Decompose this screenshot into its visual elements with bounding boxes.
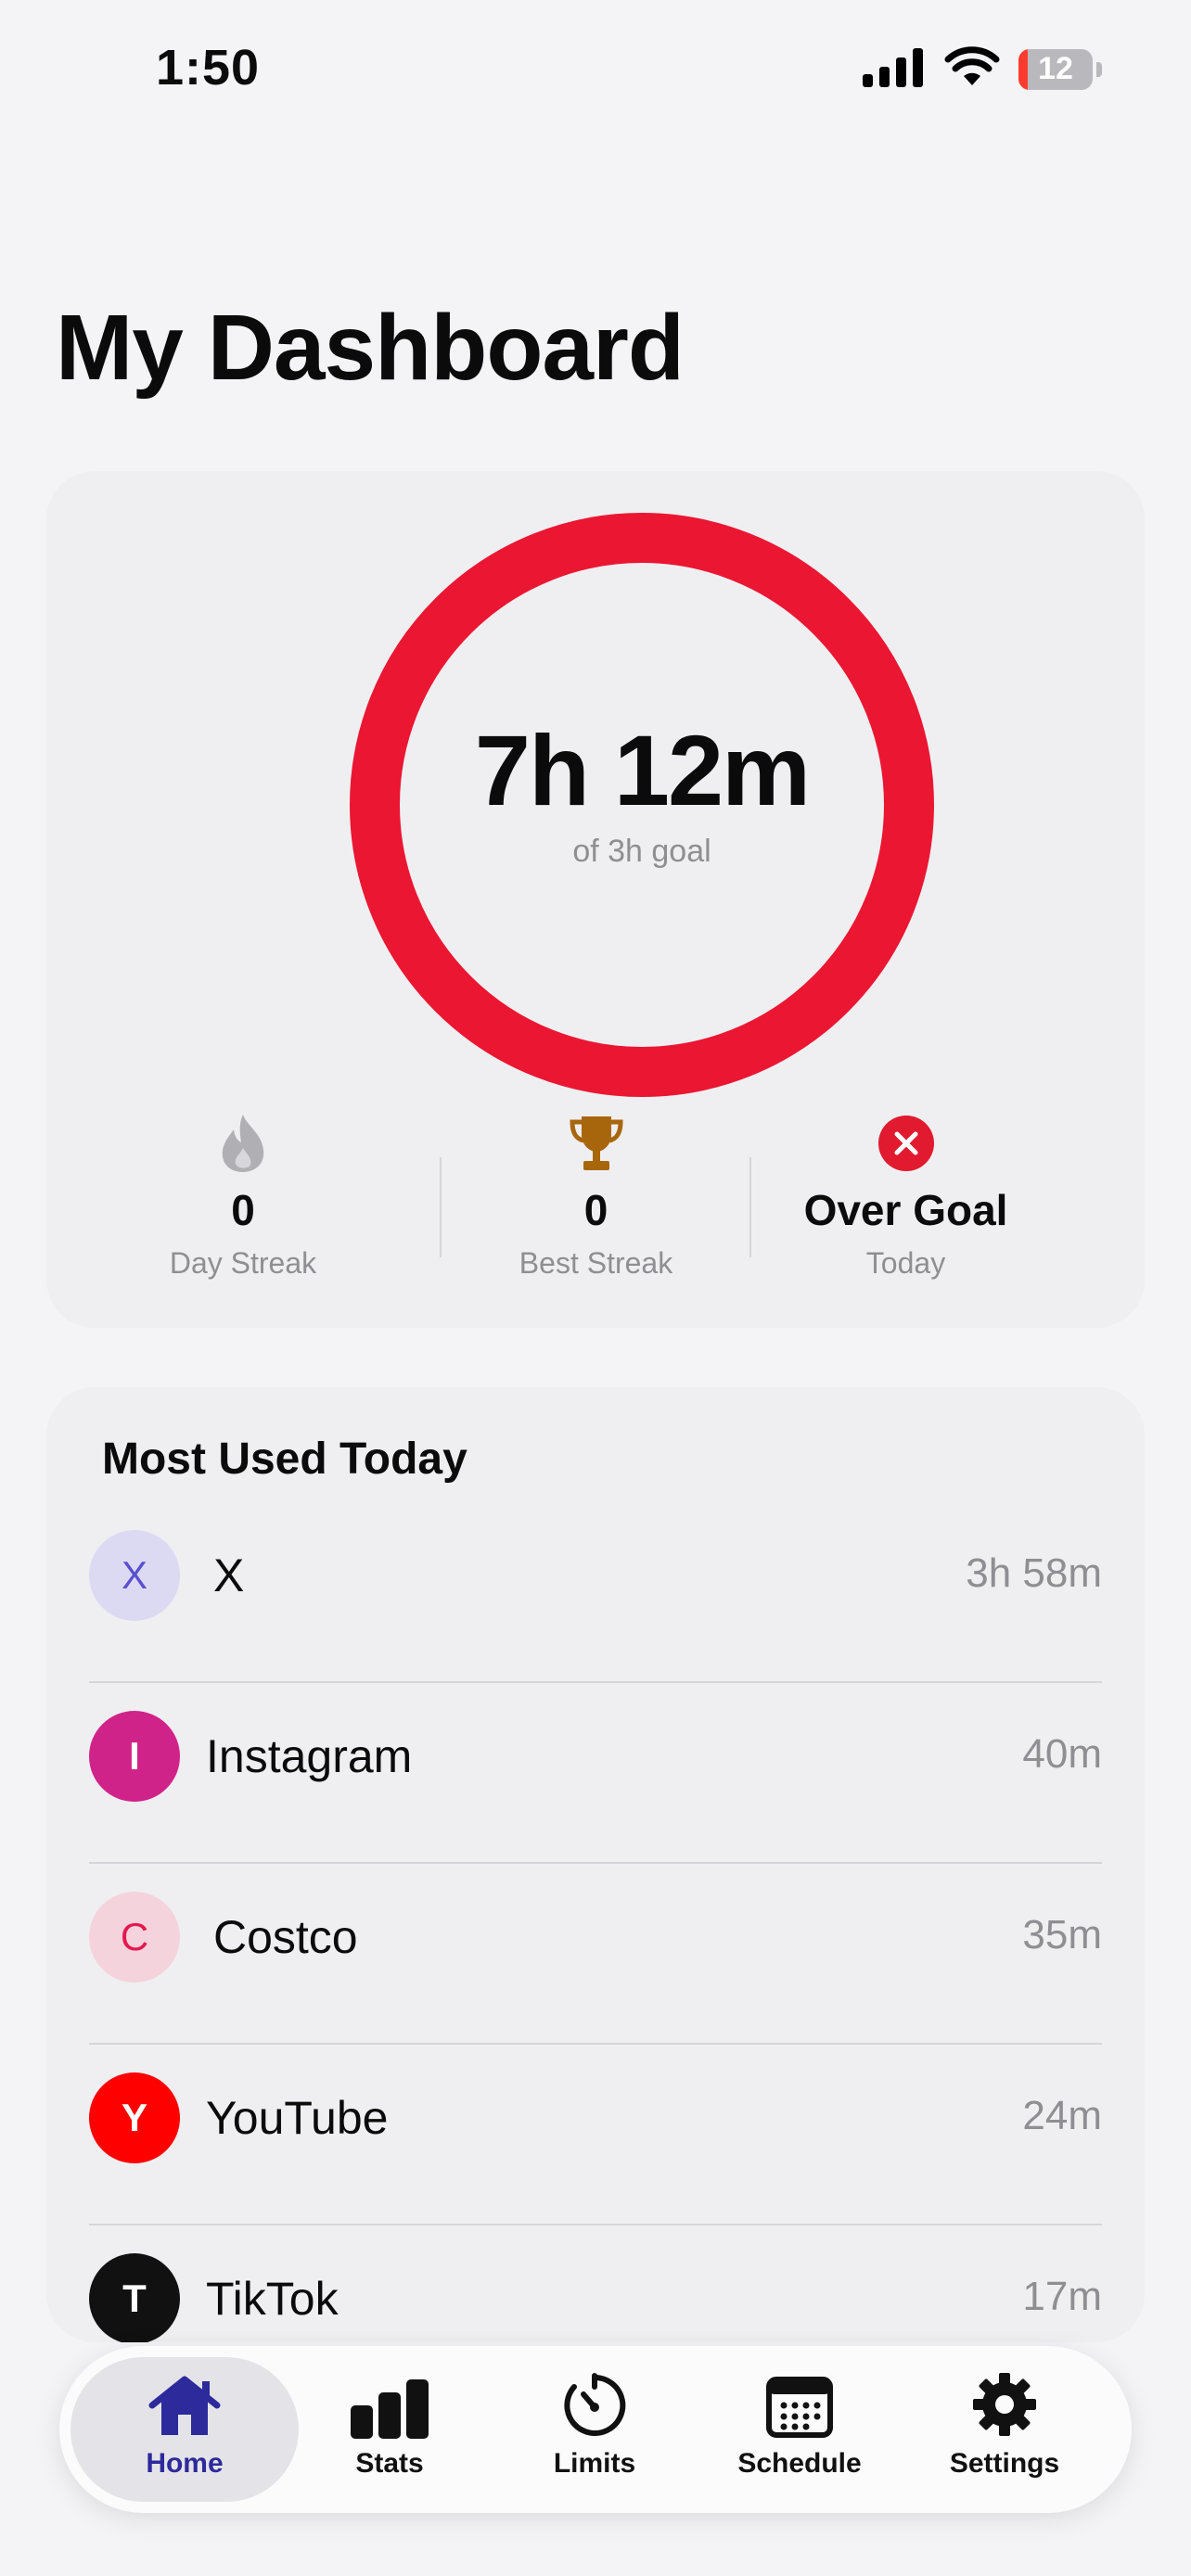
app-time: 3h 58m <box>966 1550 1102 1596</box>
status-icons: 12 <box>863 46 1102 92</box>
streak-stats: 0 Day Streak 0 Best Streak Over Goal Tod… <box>46 1111 1145 1296</box>
app-row-costco[interactable]: C Costco 35m <box>89 1864 1102 2045</box>
page-title: My Dashboard <box>56 296 685 400</box>
app-row-tiktok[interactable]: T TikTok 17m <box>89 2225 1102 2342</box>
status-time: 1:50 <box>156 40 261 96</box>
stat-day-streak: 0 Day Streak <box>90 1111 396 1281</box>
app-avatar: I <box>89 1711 180 1802</box>
app-time: 24m <box>1022 2093 1102 2138</box>
best-streak-value: 0 <box>583 1186 608 1234</box>
app-usage-list: X X 3h 58m I Instagram 40m C Costco 35m … <box>89 1502 1102 2342</box>
app-name: TikTok <box>206 2273 339 2325</box>
stat-best-streak: 0 Best Streak <box>442 1111 750 1281</box>
app-name: YouTube <box>206 2092 389 2144</box>
day-streak-value: 0 <box>231 1186 255 1234</box>
trophy-icon <box>567 1111 626 1176</box>
tab-stats[interactable]: Stats <box>288 2366 492 2496</box>
bar-chart-icon <box>349 2366 430 2439</box>
tab-label: Settings <box>949 2448 1060 2479</box>
app-avatar: Y <box>89 2072 180 2163</box>
best-streak-label: Best Streak <box>519 1246 673 1280</box>
calendar-icon <box>765 2366 834 2439</box>
tab-limits[interactable]: Limits <box>493 2366 697 2496</box>
app-row-x[interactable]: X X 3h 58m <box>89 1502 1102 1683</box>
timer-icon <box>561 2366 628 2439</box>
goal-status-label: Today <box>865 1246 946 1280</box>
usage-ring: 7h 12m of 3h goal <box>349 512 935 1098</box>
app-time: 17m <box>1022 2274 1102 2319</box>
tab-home[interactable]: Home <box>83 2366 287 2496</box>
battery-tip <box>1096 61 1102 77</box>
app-avatar: T <box>89 2253 180 2342</box>
usage-total: 7h 12m <box>474 714 811 826</box>
most-used-card: Most Used Today X X 3h 58m I Instagram 4… <box>46 1387 1145 2342</box>
app-avatar: X <box>89 1530 180 1621</box>
app-name: Instagram <box>206 1730 413 1782</box>
stat-goal-status: Over Goal Today <box>751 1111 1060 1281</box>
tab-settings[interactable]: Settings <box>903 2366 1107 2496</box>
cellular-signal-icon <box>863 46 926 92</box>
app-row-youtube[interactable]: Y YouTube 24m <box>89 2045 1102 2225</box>
tab-bar: Home Stats Limits Schedule Settings <box>59 2346 1132 2513</box>
goal-status-value: Over Goal <box>803 1186 1008 1234</box>
app-time: 35m <box>1022 1912 1102 1958</box>
app-name: Costco <box>213 1911 358 1963</box>
tab-label: Limits <box>553 2448 636 2479</box>
app-avatar: C <box>89 1892 180 1983</box>
tab-label: Stats <box>355 2448 424 2479</box>
day-streak-label: Day Streak <box>169 1246 317 1280</box>
app-time: 40m <box>1022 1731 1102 1777</box>
app-name: X <box>213 1549 245 1601</box>
tab-schedule[interactable]: Schedule <box>698 2366 902 2496</box>
status-bar: 1:50 12 <box>0 0 1191 139</box>
wifi-icon <box>944 46 1000 92</box>
usage-summary-card: 7h 12m of 3h goal 0 Day Streak 0 Best St… <box>46 471 1145 1328</box>
battery-icon: 12 <box>1018 48 1093 90</box>
flame-icon <box>217 1111 269 1176</box>
tab-label: Schedule <box>737 2448 862 2479</box>
usage-goal: of 3h goal <box>572 834 711 869</box>
house-icon <box>147 2366 223 2439</box>
app-row-instagram[interactable]: I Instagram 40m <box>89 1683 1102 1864</box>
most-used-title: Most Used Today <box>102 1435 467 1484</box>
tab-label: Home <box>146 2448 224 2479</box>
x-circle-icon <box>877 1111 935 1176</box>
gear-icon <box>970 2366 1039 2439</box>
battery-level: 12 <box>1038 51 1073 86</box>
